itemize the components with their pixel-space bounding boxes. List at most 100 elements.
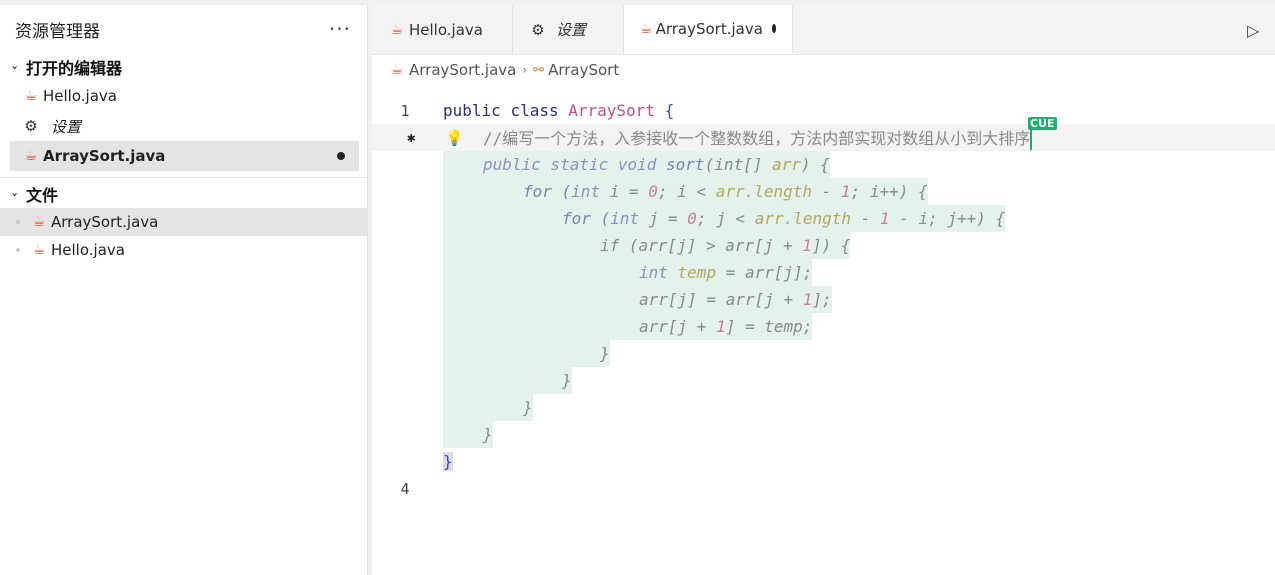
chevron-right-icon: › bbox=[522, 63, 528, 77]
files-heading: 文件 bbox=[26, 186, 59, 205]
ghost-number: 0 bbox=[648, 182, 658, 201]
close-brace: } bbox=[443, 452, 453, 471]
ghost-text: if (arr[j] > arr[j + bbox=[600, 236, 803, 255]
ghost-text: j = bbox=[639, 209, 688, 228]
ghost-suggestion: arr[j + 1] = temp; bbox=[443, 313, 813, 340]
gear-icon: ⚙ bbox=[24, 117, 38, 135]
code-line: arr[j + 1] = temp; bbox=[372, 313, 1275, 340]
open-editor-item-arraysort[interactable]: ☕ ArraySort.java bbox=[10, 141, 359, 171]
ghost-suggestion: if (arr[j] > arr[j + 1]) { bbox=[443, 232, 851, 259]
ghost-suggestion: } bbox=[443, 394, 533, 421]
cue-badge[interactable]: CUE bbox=[1028, 117, 1057, 130]
tab-settings[interactable]: ⚙ 设置 bbox=[513, 5, 624, 54]
open-editor-label: ArraySort.java bbox=[43, 147, 166, 165]
breadcrumb: ☕ ArraySort.java › ⚯ ArraySort bbox=[372, 55, 1275, 85]
ghost-number: 1 bbox=[802, 290, 813, 309]
file-item-hello[interactable]: ☕ Hello.java bbox=[0, 236, 367, 264]
ghost-text: - bbox=[812, 182, 841, 201]
ghost-var: arr.length bbox=[715, 182, 813, 201]
ghost-text: ]) { bbox=[811, 236, 851, 255]
keyword: public bbox=[443, 101, 501, 120]
ghost-number: 0 bbox=[687, 209, 697, 228]
ghost-keyword: for ( bbox=[523, 182, 572, 201]
more-actions-icon[interactable]: ··· bbox=[329, 17, 351, 41]
line-number: 1 bbox=[400, 101, 410, 120]
ghost-brace: } bbox=[483, 425, 493, 444]
ghost-brace: } bbox=[523, 398, 533, 417]
class-symbol-icon: ⚯ bbox=[533, 62, 545, 78]
run-icon[interactable]: ▷ bbox=[1247, 19, 1275, 41]
line-number: 4 bbox=[400, 479, 410, 498]
ai-spark-icon[interactable]: ✱ bbox=[407, 130, 415, 146]
ghost-suggestion: for (int j = 0; j < arr.length - 1 - i; … bbox=[443, 205, 1006, 232]
code-line: } bbox=[372, 421, 1275, 448]
ghost-text: - bbox=[851, 209, 880, 228]
explorer-sidebar: 资源管理器 ··· › 打开的编辑器 ☕ Hello.java ⚙ 设置 ☕ A… bbox=[0, 5, 368, 575]
ghost-keyword: public static void bbox=[483, 155, 667, 174]
java-file-icon: ☕ bbox=[390, 62, 404, 78]
ghost-keyword: int bbox=[571, 182, 601, 201]
file-label: ArraySort.java bbox=[51, 213, 159, 231]
code-line: public static void sort(int[] arr) { bbox=[372, 151, 1275, 178]
ghost-text: ; j < bbox=[696, 209, 755, 228]
chevron-down-icon: › bbox=[8, 64, 22, 70]
editor-area: ☕ Hello.java ⚙ 设置 ☕ ArraySort.java ▷ ☕ A… bbox=[372, 5, 1275, 575]
keyword: class bbox=[510, 101, 559, 120]
indent-dot bbox=[16, 248, 20, 252]
java-file-icon: ☕ bbox=[640, 20, 653, 37]
code-text: public class ArraySort { bbox=[443, 101, 674, 120]
tab-hello-java[interactable]: ☕ Hello.java bbox=[372, 5, 513, 54]
java-file-icon: ☕ bbox=[32, 214, 46, 230]
file-item-arraysort[interactable]: ☕ ArraySort.java bbox=[0, 208, 367, 236]
ghost-suggestion: } bbox=[443, 367, 572, 394]
ghost-text: - i; j++) { bbox=[889, 209, 1006, 228]
java-file-icon: ☕ bbox=[24, 88, 38, 104]
open-editor-label: 设置 bbox=[51, 117, 82, 136]
breadcrumb-file[interactable]: ArraySort.java bbox=[409, 61, 516, 79]
class-name: ArraySort bbox=[568, 101, 655, 120]
ghost-text: ) { bbox=[800, 155, 830, 174]
ghost-var: arr bbox=[772, 155, 801, 174]
java-file-icon: ☕ bbox=[24, 148, 38, 164]
code-line: for (int i = 0; i < arr.length - 1; i++)… bbox=[372, 178, 1275, 205]
open-editors-section-header[interactable]: › 打开的编辑器 bbox=[0, 53, 367, 81]
code-line: if (arr[j] > arr[j + 1]) { bbox=[372, 232, 1275, 259]
comment-text: //编写一个方法，入参接收一个整数数组，方法内部实现对数组从小到大排序 bbox=[483, 129, 1031, 149]
ghost-text: = arr[j]; bbox=[716, 263, 813, 282]
java-file-icon: ☕ bbox=[32, 242, 46, 258]
section-divider bbox=[0, 177, 367, 178]
code-line: 1 public class ArraySort { bbox=[372, 97, 1275, 124]
explorer-header: 资源管理器 ··· bbox=[0, 5, 367, 53]
ghost-suggestion: } bbox=[443, 421, 493, 448]
open-editor-item-hello[interactable]: ☕ Hello.java bbox=[0, 81, 367, 111]
ghost-text: i = bbox=[600, 182, 649, 201]
unsaved-dot-icon[interactable] bbox=[771, 24, 776, 33]
java-file-icon: ☕ bbox=[390, 21, 404, 38]
code-line: } bbox=[372, 340, 1275, 367]
ghost-number: 1 bbox=[716, 317, 726, 336]
file-label: Hello.java bbox=[51, 241, 125, 259]
ghost-text: ; i++) { bbox=[850, 182, 928, 201]
explorer-title: 资源管理器 bbox=[15, 21, 100, 42]
ide-window: 资源管理器 ··· › 打开的编辑器 ☕ Hello.java ⚙ 设置 ☕ A… bbox=[0, 0, 1275, 575]
code-line: } bbox=[372, 448, 1275, 475]
tab-arraysort-java[interactable]: ☕ ArraySort.java bbox=[624, 5, 793, 54]
text-caret bbox=[1030, 129, 1033, 150]
indent-dot bbox=[16, 220, 20, 224]
lightbulb-icon[interactable]: 💡 bbox=[445, 129, 464, 147]
open-editors-heading: 打开的编辑器 bbox=[26, 59, 123, 78]
code-line: 4 bbox=[372, 475, 1275, 502]
files-section-header[interactable]: › 文件 bbox=[0, 180, 367, 208]
ghost-suggestion: int temp = arr[j]; bbox=[443, 259, 813, 286]
breadcrumb-symbol[interactable]: ArraySort bbox=[548, 61, 619, 79]
ghost-number: 1 bbox=[802, 236, 812, 255]
tab-label: ArraySort.java bbox=[655, 19, 763, 38]
unsaved-dot-icon[interactable] bbox=[337, 152, 345, 160]
code-line: for (int j = 0; j < arr.length - 1 - i; … bbox=[372, 205, 1275, 232]
tab-label: 设置 bbox=[556, 21, 587, 39]
ghost-var: temp bbox=[667, 263, 717, 282]
open-editor-item-settings[interactable]: ⚙ 设置 bbox=[0, 111, 367, 141]
ghost-text: ; i < bbox=[657, 182, 716, 201]
ghost-suggestion: arr[j] = arr[j + 1]; bbox=[443, 286, 832, 313]
ghost-brace: } bbox=[600, 344, 610, 363]
